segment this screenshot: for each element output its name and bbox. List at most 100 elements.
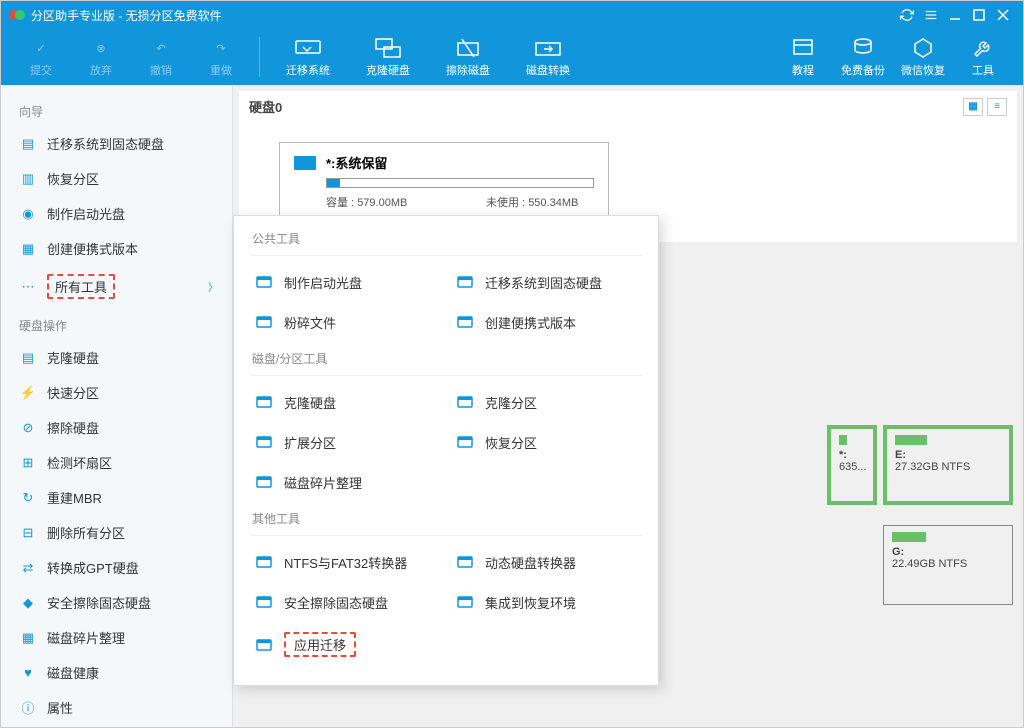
popup-section-disk: 磁盘/分区工具: [250, 340, 642, 376]
sidebar-icon: ⚡: [19, 384, 37, 402]
tool-icon: [254, 635, 274, 655]
grid-view-button[interactable]: ▦: [963, 98, 983, 116]
sidebar-item[interactable]: ⊞检测坏扇区: [1, 445, 232, 480]
wechat-recovery-button[interactable]: 微信恢复: [893, 32, 953, 82]
tool-label: 迁移系统到固态硬盘: [485, 273, 602, 292]
sidebar-label: 重建MBR: [47, 488, 102, 507]
sidebar-label: 制作启动光盘: [47, 204, 125, 223]
popup-tool-item[interactable]: 粉碎文件: [250, 304, 441, 340]
tool-label: NTFS与FAT32转换器: [284, 553, 407, 572]
tool-icon: [455, 272, 475, 292]
tool-icon: [455, 432, 475, 452]
popup-tool-item[interactable]: 集成到恢复环境: [451, 584, 642, 620]
popup-tool-item[interactable]: 扩展分区: [250, 424, 441, 460]
partition-name: *:系统保留: [326, 153, 387, 172]
sidebar-item[interactable]: ⊘擦除硬盘: [1, 410, 232, 445]
popup-tool-item[interactable]: 恢复分区: [451, 424, 642, 460]
sidebar-label: 克隆硬盘: [47, 348, 99, 367]
sidebar-icon: ▦: [19, 629, 37, 647]
close-button[interactable]: [991, 3, 1015, 27]
sidebar-item[interactable]: ⇄转换成GPT硬盘: [1, 550, 232, 585]
sidebar-item[interactable]: ⓘ 属性: [1, 690, 232, 725]
sidebar-label: 删除所有分区: [47, 523, 125, 542]
sidebar-item[interactable]: ▦ 创建便携式版本: [1, 231, 232, 266]
partition-block[interactable]: G:22.49GB NTFS: [883, 525, 1013, 605]
clone-disk-button[interactable]: 克隆硬盘: [348, 32, 428, 82]
sidebar-item[interactable]: ▥恢复分区: [1, 161, 232, 196]
popup-tool-item[interactable]: 动态硬盘转换器: [451, 544, 642, 580]
sidebar-label: 快速分区: [47, 383, 99, 402]
maximize-button[interactable]: [967, 3, 991, 27]
sidebar-icon: ▦: [19, 240, 37, 258]
sidebar-item[interactable]: ▤ 迁移系统到固态硬盘: [1, 126, 232, 161]
sidebar-icon: ⊞: [19, 454, 37, 472]
sidebar-label: 转换成GPT硬盘: [47, 558, 139, 577]
sidebar-icon: ▥: [19, 170, 37, 188]
popup-tool-item[interactable]: 磁盘碎片整理: [250, 464, 441, 500]
popup-tool-item[interactable]: 克隆硬盘: [250, 384, 441, 420]
sidebar: 向导 ▤迁移系统到固态硬盘▥恢复分区◉制作启动光盘▦创建便携式版本⋯所有工具〉 …: [1, 85, 233, 727]
sidebar-item[interactable]: ▦磁盘碎片整理: [1, 620, 232, 655]
sidebar-item[interactable]: ♥磁盘健康: [1, 655, 232, 690]
tool-icon: [455, 592, 475, 612]
sidebar-icon: ◆: [19, 594, 37, 612]
disk-convert-button[interactable]: 磁盘转换: [508, 32, 588, 82]
sidebar-item[interactable]: ◆ 安全擦除固态硬盘: [1, 585, 232, 620]
partition-block[interactable]: *:635...: [827, 425, 877, 505]
sidebar-label: 擦除硬盘: [47, 418, 99, 437]
tool-icon: [254, 272, 274, 292]
sidebar-item[interactable]: ▤ 克隆硬盘: [1, 340, 232, 375]
sidebar-label: 创建便携式版本: [47, 239, 138, 258]
unused-value: 550.34MB: [528, 197, 578, 209]
redo-button[interactable]: ↷重做: [191, 32, 251, 82]
sidebar-item[interactable]: ◉制作启动光盘: [1, 196, 232, 231]
content-area: 硬盘0 ▦ ≡ *:系统保留 容量 : 579.00MB 未使用 : 550.3…: [233, 85, 1023, 727]
sidebar-icon: ⊟: [19, 524, 37, 542]
sidebar-item[interactable]: ↻ 重建MBR: [1, 480, 232, 515]
sidebar-label: 属性: [47, 698, 73, 717]
tool-label: 安全擦除固态硬盘: [284, 593, 388, 612]
disk-strip-1: *:635... E:27.32GB NTFS: [827, 425, 1013, 505]
chevron-right-icon: 〉: [208, 279, 218, 294]
menu-icon[interactable]: [919, 3, 943, 27]
popup-tool-item[interactable]: 克隆分区: [451, 384, 642, 420]
partition-box[interactable]: *:系统保留 容量 : 579.00MB 未使用 : 550.34MB: [279, 142, 609, 221]
partition-block[interactable]: E:27.32GB NTFS: [883, 425, 1013, 505]
tutorial-button[interactable]: 教程: [773, 32, 833, 82]
free-backup-button[interactable]: 免费备份: [833, 32, 893, 82]
popup-tool-item[interactable]: 创建便携式版本: [451, 304, 642, 340]
commit-button[interactable]: ✓提交: [11, 32, 71, 82]
sidebar-item[interactable]: ⚡ 快速分区: [1, 375, 232, 410]
tool-label: 克隆分区: [485, 393, 537, 412]
capacity-value: 579.00MB: [357, 197, 407, 209]
sidebar-label: 迁移系统到固态硬盘: [47, 134, 164, 153]
tool-label: 恢复分区: [485, 433, 537, 452]
sidebar-icon: ↻: [19, 489, 37, 507]
sidebar-icon: ▤: [19, 349, 37, 367]
app-logo-icon: [9, 7, 25, 23]
app-title: 分区助手专业版 - 无损分区免费软件: [31, 7, 222, 24]
tool-label: 动态硬盘转换器: [485, 553, 576, 572]
migrate-os-button[interactable]: 迁移系统: [268, 32, 348, 82]
popup-tool-item[interactable]: 应用迁移: [250, 624, 441, 665]
sidebar-item[interactable]: ⊟ 删除所有分区: [1, 515, 232, 550]
wipe-disk-button[interactable]: 擦除磁盘: [428, 32, 508, 82]
refresh-icon[interactable]: [895, 3, 919, 27]
tool-icon: [455, 392, 475, 412]
usage-bar: [326, 178, 594, 188]
popup-tool-item[interactable]: NTFS与FAT32转换器: [250, 544, 441, 580]
popup-tool-item[interactable]: 制作启动光盘: [250, 264, 441, 300]
minimize-button[interactable]: [943, 3, 967, 27]
popup-tool-item[interactable]: 迁移系统到固态硬盘: [451, 264, 642, 300]
sidebar-icon: ⓘ: [19, 699, 37, 717]
list-view-button[interactable]: ≡: [987, 98, 1007, 116]
sidebar-icon: ▤: [19, 135, 37, 153]
sidebar-item[interactable]: ⋯所有工具〉: [1, 266, 232, 307]
disk-name: 硬盘0: [249, 97, 282, 116]
discard-button[interactable]: ⊗放弃: [71, 32, 131, 82]
popup-tool-item[interactable]: 安全擦除固态硬盘: [250, 584, 441, 620]
undo-button[interactable]: ↶撤销: [131, 32, 191, 82]
sidebar-label: 安全擦除固态硬盘: [47, 593, 151, 612]
sidebar-icon: ⋯: [19, 278, 37, 296]
tools-button[interactable]: 工具: [953, 32, 1013, 82]
